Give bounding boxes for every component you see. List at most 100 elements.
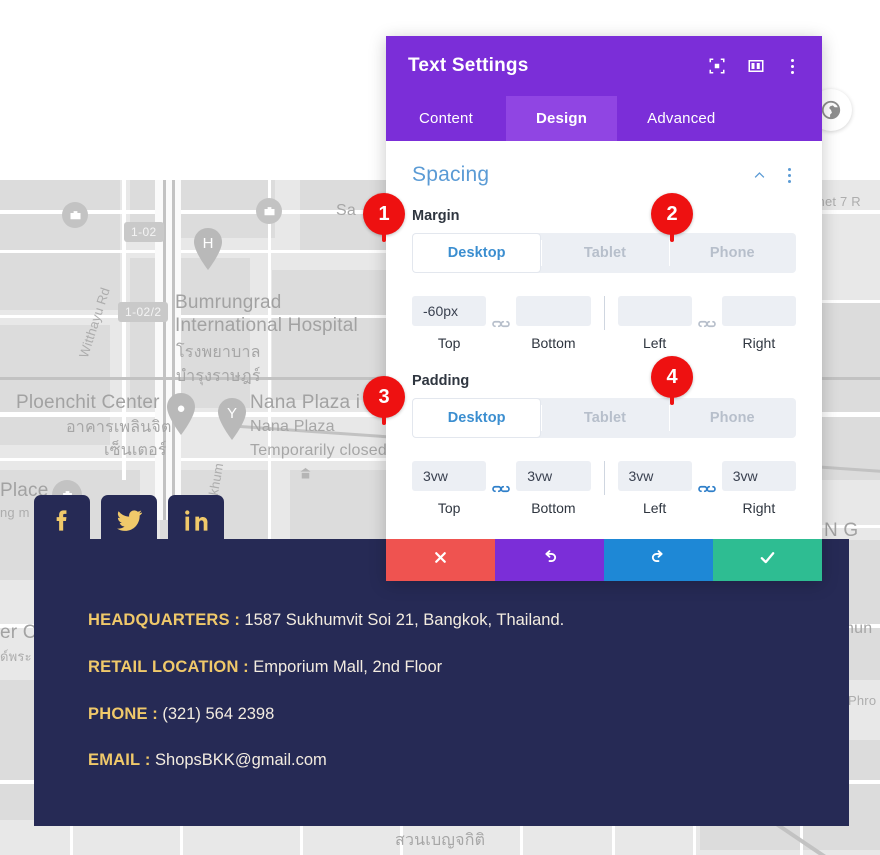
annotation-badge-3: 3	[363, 376, 405, 425]
globe-icon	[821, 100, 841, 120]
redo-button[interactable]	[604, 539, 713, 581]
contact-separator: :	[229, 611, 245, 629]
padding-left-caption: Left	[642, 500, 667, 516]
contact-separator: :	[238, 657, 254, 676]
twitter-link[interactable]	[101, 495, 157, 551]
briefcase-icon	[264, 206, 274, 215]
linkedin-icon	[183, 507, 210, 539]
overflow-menu-icon[interactable]	[785, 57, 800, 76]
tab-content[interactable]: Content	[386, 96, 506, 141]
margin-left-input[interactable]	[617, 296, 692, 326]
map-label: er C	[0, 622, 37, 643]
margin-device-desktop[interactable]: Desktop	[412, 233, 542, 273]
bar-pin[interactable]: Y	[215, 397, 249, 441]
contact-row: RETAIL LOCATION : Emporium Mall, 2nd Flo…	[88, 658, 564, 678]
screenshot-root: Sa Bumrungrad International Hospital โรงพยา…	[0, 0, 880, 855]
save-button[interactable]	[713, 539, 822, 581]
overflow-menu-icon[interactable]	[783, 166, 796, 185]
contact-value: 1587 Sukhumvit Soi 21, Bangkok, Thailand…	[244, 611, 565, 629]
map-label: nun	[845, 620, 873, 637]
map-label: Temporarily closed	[250, 442, 387, 459]
twitter-icon	[116, 507, 143, 539]
margin-bottom-input[interactable]	[516, 296, 591, 326]
section-actions	[752, 166, 796, 185]
margin-device-tablet[interactable]: Tablet	[541, 233, 668, 273]
map-label: ng m	[0, 505, 30, 520]
chevron-up-icon[interactable]	[752, 168, 767, 183]
map-label: อาคารเพลินจิต	[66, 419, 172, 436]
field-divider	[603, 296, 605, 330]
padding-device-tablet[interactable]: Tablet	[541, 398, 668, 438]
map-poi-icon[interactable]	[294, 462, 316, 484]
padding-horizontal-group: Left Right	[617, 461, 796, 516]
padding-link-icon[interactable]	[486, 474, 516, 504]
map-label: สวนเบญจกิติ	[395, 832, 486, 849]
tab-design[interactable]: Design	[505, 96, 618, 141]
padding-right-input[interactable]	[721, 461, 796, 491]
padding-cell-top: Top	[412, 461, 487, 516]
margin-broken-link-icon[interactable]	[486, 309, 516, 339]
cancel-button[interactable]	[386, 539, 495, 581]
padding-left-input[interactable]	[617, 461, 692, 491]
hospital-pin[interactable]: H	[191, 227, 225, 271]
focus-target-icon[interactable]	[707, 56, 727, 76]
contact-row: HEADQUARTERS : 1587 Sukhumvit Soi 21, Ba…	[88, 611, 564, 631]
padding-link-icon[interactable]	[692, 474, 722, 504]
margin-cell-right: Right	[721, 296, 796, 351]
contact-label: EMAIL	[88, 751, 141, 770]
padding-cell-left: Left	[617, 461, 692, 516]
padding-right-caption: Right	[742, 500, 776, 516]
padding-top-input[interactable]	[412, 461, 487, 491]
margin-bottom-caption: Bottom	[531, 335, 576, 351]
undo-button[interactable]	[495, 539, 604, 581]
contact-value: ShopsBKK@gmail.com	[155, 751, 327, 770]
annotation-badge-4: 4	[651, 356, 693, 405]
map-label: International Hospital	[175, 315, 358, 336]
margin-right-caption: Right	[742, 335, 776, 351]
map-poi-icon[interactable]	[62, 202, 88, 228]
panel-header-actions	[707, 56, 800, 76]
margin-label: Margin	[412, 208, 460, 224]
padding-cell-right: Right	[721, 461, 796, 516]
map-label: Nana Plaza i	[250, 392, 361, 413]
contact-label: PHONE	[88, 704, 148, 723]
padding-device-phone[interactable]: Phone	[668, 398, 796, 438]
panel-header: Text Settings	[386, 36, 822, 96]
link-icon	[697, 485, 716, 492]
padding-vertical-group: Top Bottom	[412, 461, 591, 516]
margin-device-phone[interactable]: Phone	[668, 233, 796, 273]
margin-left-caption: Left	[642, 335, 667, 351]
map-label: Nana Plaza	[250, 418, 335, 435]
margin-right-input[interactable]	[721, 296, 796, 326]
map-label: ด์พระ	[0, 649, 32, 664]
margin-device-tabs: Desktop Tablet Phone	[412, 233, 796, 273]
map-label: เซ็นเตอร์	[104, 442, 167, 459]
redo-icon	[650, 549, 667, 571]
margin-fields: Top Bottom Left Right	[412, 296, 796, 351]
padding-device-tabs: Desktop Tablet Phone	[412, 398, 796, 438]
svg-text:Y: Y	[227, 405, 237, 422]
margin-top-input[interactable]	[412, 296, 487, 326]
panel-title: Text Settings	[408, 55, 529, 76]
temple-icon	[300, 467, 310, 478]
close-icon	[432, 549, 449, 571]
margin-cell-bottom: Bottom	[516, 296, 591, 351]
tab-advanced[interactable]: Advanced	[617, 96, 745, 141]
contact-footer: HEADQUARTERS : 1587 Sukhumvit Soi 21, Ba…	[34, 495, 849, 826]
padding-bottom-input[interactable]	[516, 461, 591, 491]
place-pin[interactable]: ●	[164, 392, 198, 436]
spacing-section-header: Spacing	[412, 163, 796, 187]
panel-body: Spacing Margin DesktopTabletPhone TopBot…	[386, 141, 822, 539]
contact-value: (321) 564 2398	[162, 704, 275, 723]
panel-layout-icon[interactable]	[746, 56, 766, 76]
linkedin-link[interactable]	[168, 495, 224, 551]
contact-separator: :	[147, 704, 163, 723]
contact-separator: :	[140, 751, 156, 770]
facebook-link[interactable]	[34, 495, 90, 551]
panel-tabs: Content Design Advanced	[386, 96, 822, 141]
padding-device-desktop[interactable]: Desktop	[412, 398, 542, 438]
margin-top-caption: Top	[437, 335, 461, 351]
checkmark-icon	[759, 549, 776, 571]
map-poi-icon[interactable]	[256, 198, 282, 224]
margin-broken-link-icon[interactable]	[692, 309, 722, 339]
